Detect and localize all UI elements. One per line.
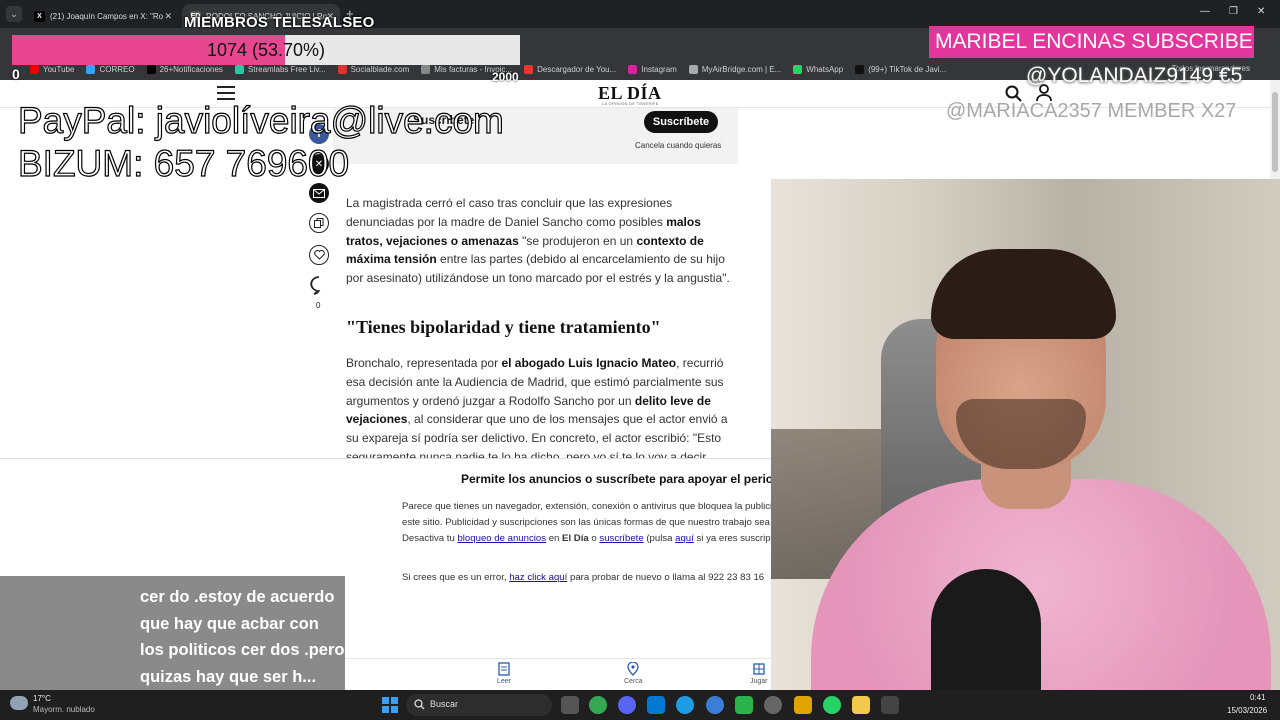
weather-temp[interactable]: 17°C [33, 694, 51, 703]
comment-count: 0 [316, 301, 321, 310]
windows-start-icon[interactable] [382, 697, 398, 713]
subscribe-button[interactable]: Suscríbete [644, 111, 718, 133]
bookmark-correo[interactable]: CORREO [86, 64, 135, 74]
bookmark-descargador[interactable]: Descargador de You... [524, 64, 616, 74]
membership-alert: @MARIACA2357 MEMBER X27 [946, 100, 1237, 122]
subscriber-login-link[interactable]: aquí [675, 533, 694, 544]
location-pin-icon [627, 662, 639, 676]
members-label: MIEMBROS TELESALSEO [184, 14, 375, 31]
close-window-button[interactable]: ✕ [1257, 6, 1265, 17]
weather-desc[interactable]: Mayorm. nublado [33, 705, 95, 714]
bookmark-socialblade[interactable]: Socialblade.com [337, 64, 409, 74]
tab-close-icon[interactable]: ✕ [164, 11, 172, 22]
edge-icon[interactable] [676, 696, 694, 714]
discord-icon[interactable] [618, 696, 636, 714]
search-icon [414, 699, 425, 710]
read-button[interactable]: Leer [497, 662, 511, 685]
chat-message: cer do .estoy de acuerdo que hay que acb… [140, 588, 345, 686]
nearby-button[interactable]: Cerca [624, 662, 643, 685]
article-subheading: "Tienes bipolaridad y tiene tratamiento" [346, 317, 661, 337]
paypal-overlay: PayPal: javiolíveira@live.com [17, 99, 504, 141]
whatsapp-icon[interactable] [823, 696, 841, 714]
tab-search-button[interactable]: ⌄ [6, 6, 22, 22]
clock-date[interactable]: 15/03/2026 [1227, 706, 1267, 715]
settings-icon[interactable] [764, 696, 782, 714]
retry-link[interactable]: haz click aquí [509, 572, 567, 583]
file-explorer-icon[interactable] [852, 696, 870, 714]
bookmark-tiktok[interactable]: (99+) TikTok de Javi... [855, 64, 946, 74]
adblock-error-text: Si crees que es un error, haz click aquí… [402, 572, 765, 583]
bookmark-myairbridge[interactable]: MyAirBridge.com | E... [688, 64, 781, 74]
subscribe-link[interactable]: suscríbete [599, 533, 643, 544]
goal-min: 0 [12, 66, 20, 82]
donation-alert: @YOLANDAIZ9149 €5 [1026, 64, 1243, 87]
adblock-body: Parece que tienes un navegador, extensió… [402, 501, 771, 544]
taskbar-search-label: Buscar [430, 699, 459, 709]
goal-text: 1074 (53.70%) [206, 40, 326, 60]
clock-time[interactable]: 0:41 [1250, 693, 1266, 702]
document-icon [498, 662, 510, 676]
bookmark-streamlabs[interactable]: Streamlabs Free Liv... [234, 64, 326, 74]
article-paragraph: Bronchalo, representada por el abogado L… [346, 356, 728, 458]
task-view-icon[interactable] [561, 696, 579, 714]
adblock-link[interactable]: bloqueo de anuncios [457, 533, 546, 544]
snipping-tool-icon[interactable] [881, 696, 899, 714]
weather-icon[interactable] [10, 696, 28, 710]
network-icon[interactable] [706, 696, 724, 714]
bookmark-whatsapp[interactable]: WhatsApp [793, 64, 843, 74]
bookmark-instagram[interactable]: Instagram [628, 64, 677, 74]
camtasia-icon[interactable] [735, 696, 753, 714]
heart-icon[interactable] [309, 245, 329, 265]
chrome-icon[interactable] [589, 696, 607, 714]
game-grid-icon [753, 663, 765, 675]
bizum-overlay: BIZUM: 657 769600 [17, 142, 350, 184]
outlook-icon[interactable] [647, 696, 665, 714]
bookmark-youtube[interactable]: YouTube [30, 64, 74, 74]
tab-joaquin-campos[interactable]: X (21) Joaquín Campos en X: "Ro ✕ [26, 4, 178, 28]
subscriber-alert: MARIBEL ENCINAS SUBSCRIBER [929, 26, 1254, 58]
mail-share-icon[interactable] [309, 183, 329, 203]
windows-taskbar: 17°C Mayorm. nublado Buscar 0:41 15/03/2… [0, 690, 1280, 720]
bookmark-notificaciones[interactable]: 26+Notificaciones [146, 64, 223, 74]
members-goal-bar: 1074 (53.70%) [12, 35, 520, 65]
goal-max: 2000 [492, 70, 519, 84]
subscribe-note: Cancela cuando quieras [635, 141, 722, 150]
taskbar-search[interactable]: Buscar [406, 694, 552, 716]
tab-label: (21) Joaquín Campos en X: "Ro [50, 11, 164, 21]
restore-button[interactable]: ❐ [1229, 6, 1238, 17]
webcam-feed [771, 179, 1280, 690]
app-icon[interactable] [794, 696, 812, 714]
x-favicon-icon: X [34, 10, 45, 22]
menu-icon[interactable] [217, 86, 235, 100]
site-logo-subtitle: LA OPINIÓN DE TENERIFE [602, 101, 659, 106]
minimize-button[interactable]: — [1200, 6, 1210, 17]
copy-link-icon[interactable] [309, 213, 329, 233]
comment-icon[interactable] [309, 275, 329, 295]
article-paragraph: La magistrada cerró el caso tras conclui… [346, 196, 730, 286]
play-button[interactable]: Jugar [750, 662, 768, 685]
adblock-title: Permite los anuncios o suscríbete para a… [461, 472, 771, 486]
